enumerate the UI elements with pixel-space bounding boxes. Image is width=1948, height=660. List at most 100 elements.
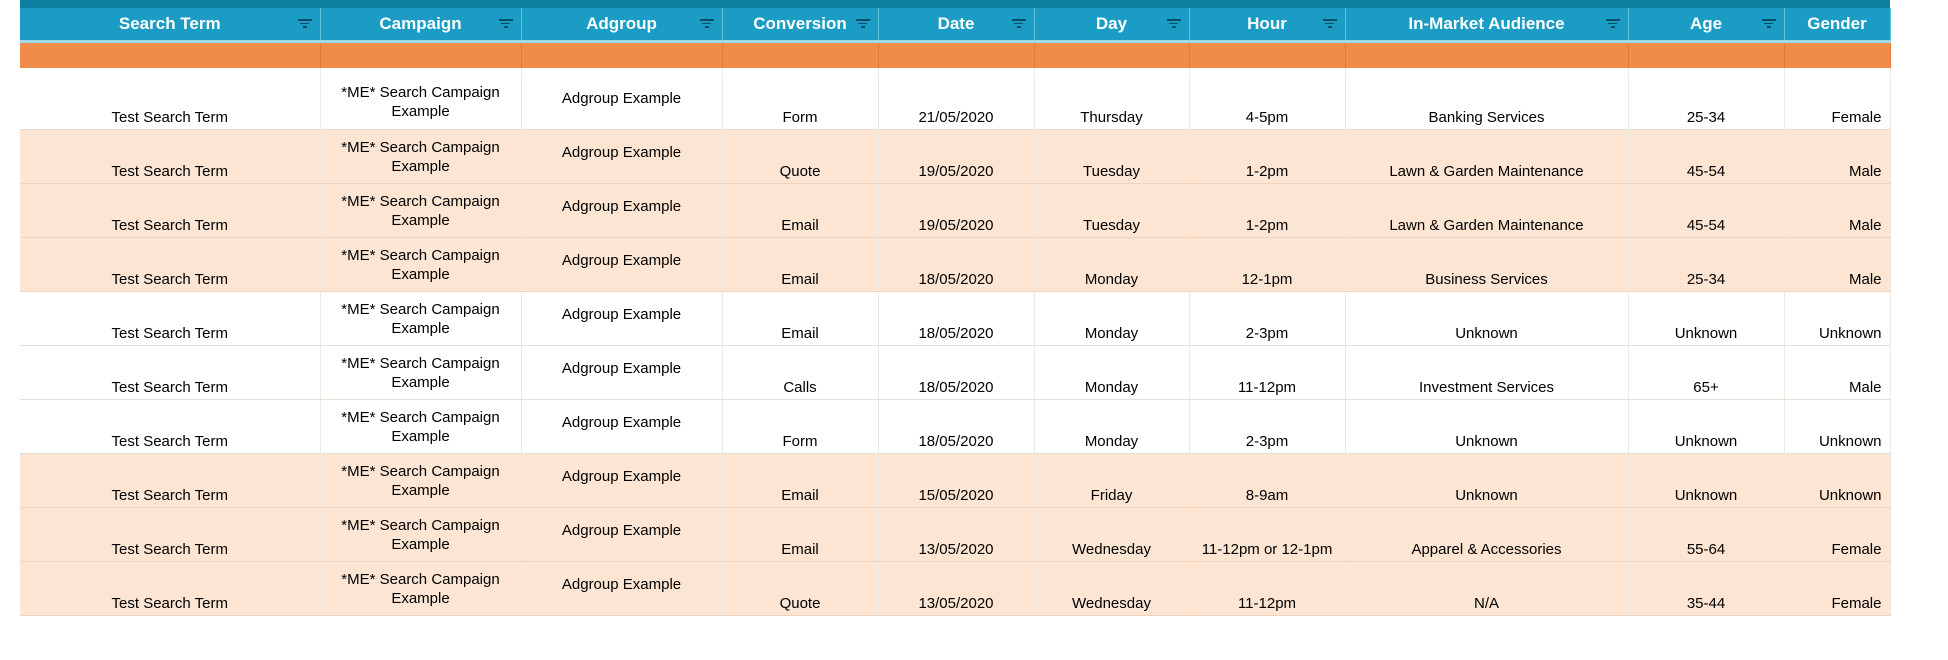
spacer-cell[interactable] bbox=[722, 67, 879, 76]
cell-conversion[interactable]: Email bbox=[722, 507, 879, 562]
cell-gender[interactable]: Unknown bbox=[1784, 399, 1891, 454]
band-cell[interactable] bbox=[320, 40, 522, 68]
cell-in-market-audience[interactable]: Unknown bbox=[1345, 453, 1629, 508]
column-header-hour[interactable]: Hour bbox=[1189, 8, 1346, 43]
cell-date[interactable]: 13/05/2020 bbox=[878, 561, 1035, 616]
cell-in-market-audience[interactable]: Investment Services bbox=[1345, 345, 1629, 400]
cell-search-term[interactable]: Test Search Term bbox=[20, 345, 321, 400]
cell-hour[interactable]: 12-1pm bbox=[1189, 237, 1346, 292]
column-header-search-term[interactable]: Search Term bbox=[20, 8, 321, 43]
cell-in-market-audience[interactable]: Unknown bbox=[1345, 291, 1629, 346]
cell-search-term[interactable]: Test Search Term bbox=[20, 291, 321, 346]
cell-gender[interactable]: Female bbox=[1784, 75, 1891, 130]
cell-in-market-audience[interactable]: Banking Services bbox=[1345, 75, 1629, 130]
spacer-cell[interactable] bbox=[20, 67, 321, 76]
cell-search-term[interactable]: Test Search Term bbox=[20, 399, 321, 454]
cell-day[interactable]: Monday bbox=[1034, 237, 1190, 292]
band-cell[interactable] bbox=[1784, 40, 1891, 68]
cell-age[interactable]: 25-34 bbox=[1628, 75, 1785, 130]
filter-icon[interactable] bbox=[1011, 19, 1026, 29]
filter-icon[interactable] bbox=[297, 19, 312, 29]
band-cell[interactable] bbox=[878, 40, 1035, 68]
cell-adgroup[interactable]: Adgroup Example bbox=[521, 399, 723, 454]
filter-icon[interactable] bbox=[1761, 19, 1776, 29]
band-cell[interactable] bbox=[20, 40, 321, 68]
cell-adgroup[interactable]: Adgroup Example bbox=[521, 237, 723, 292]
cell-day[interactable]: Tuesday bbox=[1034, 183, 1190, 238]
cell-day[interactable]: Monday bbox=[1034, 345, 1190, 400]
cell-in-market-audience[interactable]: Business Services bbox=[1345, 237, 1629, 292]
cell-date[interactable]: 13/05/2020 bbox=[878, 507, 1035, 562]
cell-conversion[interactable]: Form bbox=[722, 75, 879, 130]
cell-date[interactable]: 18/05/2020 bbox=[878, 399, 1035, 454]
cell-age[interactable]: 55-64 bbox=[1628, 507, 1785, 562]
cell-date[interactable]: 15/05/2020 bbox=[878, 453, 1035, 508]
band-cell[interactable] bbox=[1345, 40, 1629, 68]
cell-day[interactable]: Monday bbox=[1034, 291, 1190, 346]
cell-hour[interactable]: 8-9am bbox=[1189, 453, 1346, 508]
cell-day[interactable]: Thursday bbox=[1034, 75, 1190, 130]
band-cell[interactable] bbox=[722, 40, 879, 68]
band-cell[interactable] bbox=[1189, 40, 1346, 68]
spacer-cell[interactable] bbox=[320, 67, 522, 76]
column-header-campaign[interactable]: Campaign bbox=[320, 8, 522, 43]
cell-conversion[interactable]: Email bbox=[722, 183, 879, 238]
cell-in-market-audience[interactable]: N/A bbox=[1345, 561, 1629, 616]
cell-search-term[interactable]: Test Search Term bbox=[20, 183, 321, 238]
cell-hour[interactable]: 2-3pm bbox=[1189, 291, 1346, 346]
column-header-in-market-audience[interactable]: In-Market Audience bbox=[1345, 8, 1629, 43]
cell-day[interactable]: Wednesday bbox=[1034, 561, 1190, 616]
spacer-cell[interactable] bbox=[878, 67, 1035, 76]
cell-adgroup[interactable]: Adgroup Example bbox=[521, 183, 723, 238]
cell-gender[interactable]: Unknown bbox=[1784, 291, 1891, 346]
cell-in-market-audience[interactable]: Unknown bbox=[1345, 399, 1629, 454]
cell-day[interactable]: Wednesday bbox=[1034, 507, 1190, 562]
column-header-day[interactable]: Day bbox=[1034, 8, 1190, 43]
band-cell[interactable] bbox=[1034, 40, 1190, 68]
filter-icon[interactable] bbox=[699, 19, 714, 29]
column-header-age[interactable]: Age bbox=[1628, 8, 1785, 43]
column-header-date[interactable]: Date bbox=[878, 8, 1035, 43]
filter-icon[interactable] bbox=[1166, 19, 1181, 29]
cell-age[interactable]: 35-44 bbox=[1628, 561, 1785, 616]
cell-campaign[interactable]: *ME* Search Campaign Example bbox=[320, 75, 522, 130]
cell-in-market-audience[interactable]: Apparel & Accessories bbox=[1345, 507, 1629, 562]
spacer-cell[interactable] bbox=[1784, 67, 1891, 76]
cell-campaign[interactable]: *ME* Search Campaign Example bbox=[320, 183, 522, 238]
cell-age[interactable]: 25-34 bbox=[1628, 237, 1785, 292]
cell-adgroup[interactable]: Adgroup Example bbox=[521, 291, 723, 346]
spacer-cell[interactable] bbox=[1189, 67, 1346, 76]
cell-gender[interactable]: Male bbox=[1784, 183, 1891, 238]
cell-campaign[interactable]: *ME* Search Campaign Example bbox=[320, 561, 522, 616]
cell-hour[interactable]: 4-5pm bbox=[1189, 75, 1346, 130]
filter-icon[interactable] bbox=[1605, 19, 1620, 29]
cell-day[interactable]: Monday bbox=[1034, 399, 1190, 454]
filter-icon[interactable] bbox=[855, 19, 870, 29]
cell-campaign[interactable]: *ME* Search Campaign Example bbox=[320, 399, 522, 454]
cell-gender[interactable]: Male bbox=[1784, 345, 1891, 400]
cell-conversion[interactable]: Email bbox=[722, 237, 879, 292]
cell-adgroup[interactable]: Adgroup Example bbox=[521, 75, 723, 130]
spacer-cell[interactable] bbox=[1034, 67, 1190, 76]
band-cell[interactable] bbox=[1628, 40, 1785, 68]
cell-gender[interactable]: Unknown bbox=[1784, 453, 1891, 508]
cell-adgroup[interactable]: Adgroup Example bbox=[521, 507, 723, 562]
cell-campaign[interactable]: *ME* Search Campaign Example bbox=[320, 237, 522, 292]
cell-hour[interactable]: 11-12pm bbox=[1189, 345, 1346, 400]
cell-gender[interactable]: Female bbox=[1784, 507, 1891, 562]
cell-search-term[interactable]: Test Search Term bbox=[20, 561, 321, 616]
cell-conversion[interactable]: Form bbox=[722, 399, 879, 454]
cell-in-market-audience[interactable]: Lawn & Garden Maintenance bbox=[1345, 129, 1629, 184]
cell-age[interactable]: 45-54 bbox=[1628, 129, 1785, 184]
cell-search-term[interactable]: Test Search Term bbox=[20, 129, 321, 184]
cell-age[interactable]: 65+ bbox=[1628, 345, 1785, 400]
cell-adgroup[interactable]: Adgroup Example bbox=[521, 129, 723, 184]
spacer-cell[interactable] bbox=[1345, 67, 1629, 76]
cell-date[interactable]: 18/05/2020 bbox=[878, 237, 1035, 292]
cell-campaign[interactable]: *ME* Search Campaign Example bbox=[320, 453, 522, 508]
cell-search-term[interactable]: Test Search Term bbox=[20, 507, 321, 562]
column-header-adgroup[interactable]: Adgroup bbox=[521, 8, 723, 43]
cell-date[interactable]: 21/05/2020 bbox=[878, 75, 1035, 130]
band-cell[interactable] bbox=[521, 40, 723, 68]
spacer-cell[interactable] bbox=[1628, 67, 1785, 76]
